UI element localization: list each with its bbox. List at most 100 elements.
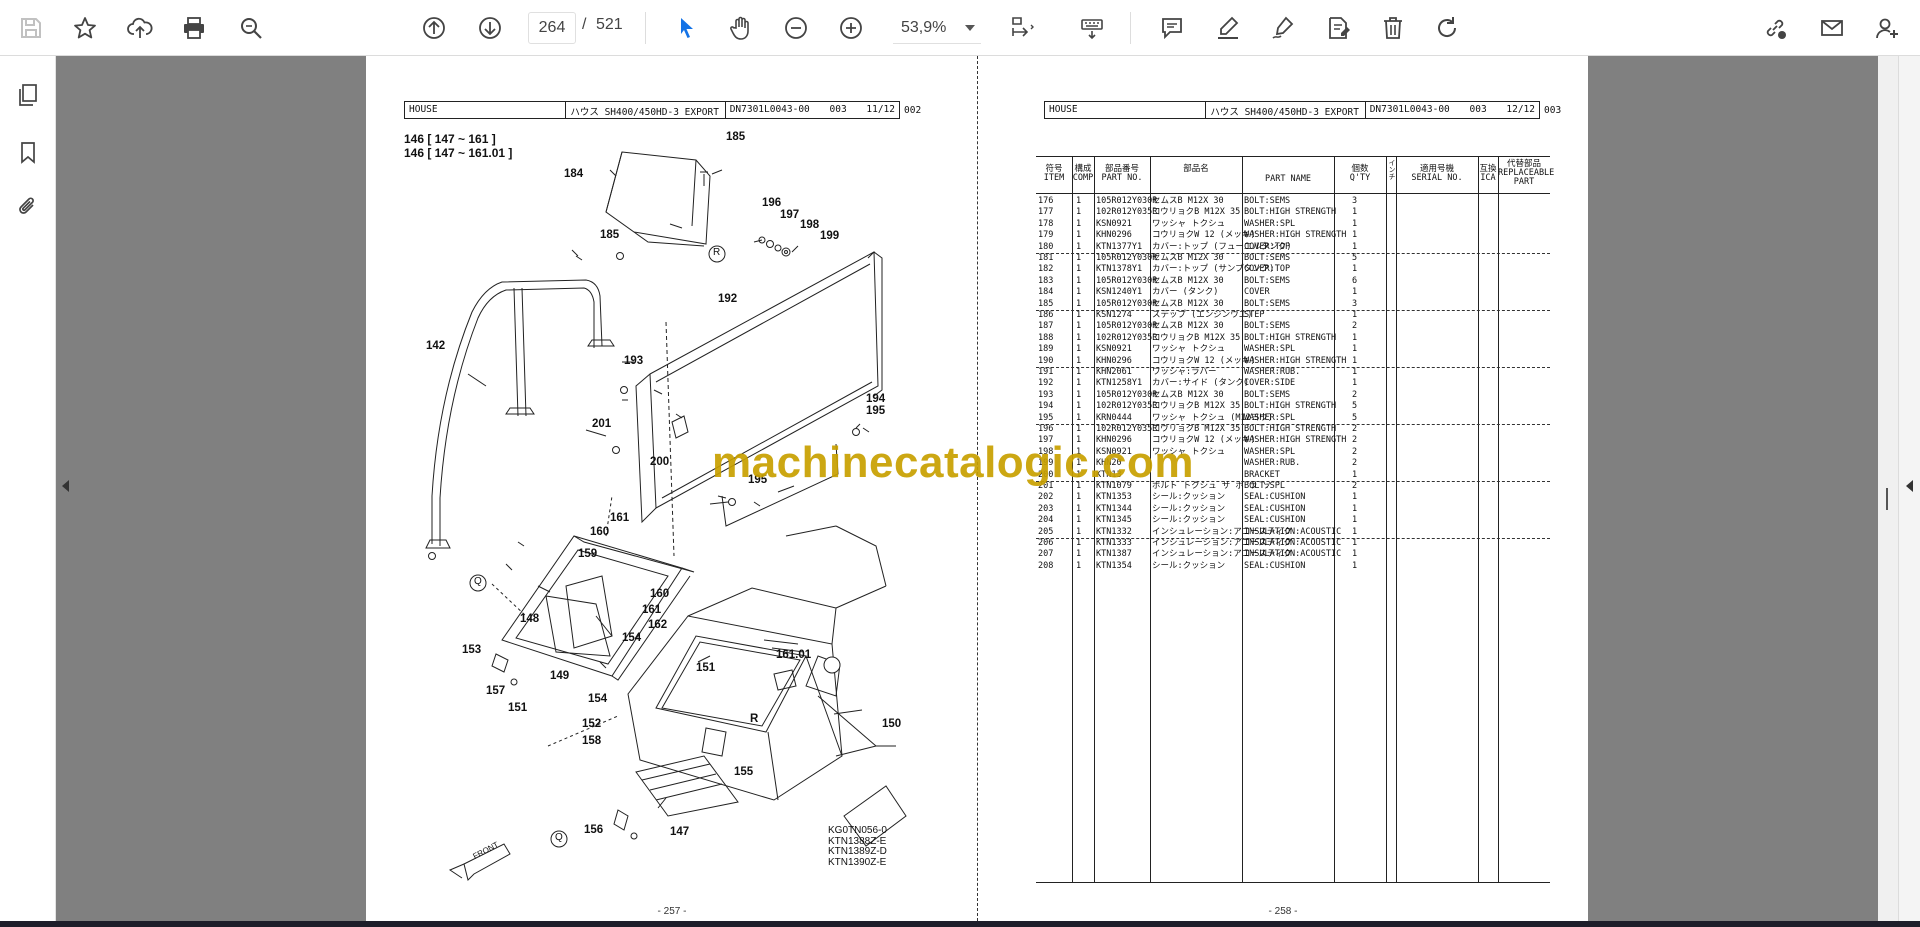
cell-part-no: KTN1332 (1096, 526, 1132, 537)
callout-label: 199 (820, 230, 840, 242)
cell-name: WASHER:HIGH STRENGTH (1244, 355, 1347, 366)
cell-qty: 1 (1352, 230, 1358, 241)
cell-comp: 1 (1076, 332, 1082, 343)
cell-part-no: KTN1354 (1096, 560, 1132, 571)
cell-jp: シール:クッション (1152, 492, 1226, 503)
cell-qty: 1 (1352, 355, 1358, 366)
cell-name: INSULATION:ACOUSTIC (1244, 538, 1342, 548)
cell-name: WASHER:SPL (1244, 218, 1296, 229)
table-row: 207 1 KTN1387 インシュレーション:アコースティク INSULATION:A… (1036, 549, 1550, 560)
page-separator: / (582, 16, 587, 33)
delete-trash-icon[interactable] (1374, 9, 1412, 47)
cell-qty: 1 (1352, 332, 1358, 343)
cell-name: BOLT:HIGH STRENGTH (1244, 207, 1337, 218)
callout-label: 159 (578, 548, 598, 560)
zoom-out-icon[interactable] (777, 9, 815, 47)
header-rev: 003 (1469, 104, 1487, 115)
callout-label: 192 (718, 293, 738, 305)
callout-label: 151 (508, 702, 528, 714)
callout-label: 148 (520, 613, 540, 625)
document-page-left: HOUSE ハウス SH400/450HD-3 EXPORT DN7301L00… (366, 56, 978, 921)
cell-comp: 1 (1076, 253, 1082, 263)
cell-qty: 1 (1352, 264, 1358, 275)
page-number-footer: - 257 - (657, 906, 687, 917)
collapse-left-panel-icon[interactable] (62, 480, 69, 492)
callout-label: 156 (584, 824, 604, 836)
table-row: 178 1 KSN0921 ワッシャ トクシュ WASHER:SPL 1 (1036, 219, 1550, 230)
cell-jp: コウリョクB M12X 35 (1152, 401, 1241, 412)
drawing-code: KTN1390Z-E (828, 856, 887, 868)
parts-table: 符号 ITEM 構成 COMP 部品番号 PART NO. 部品名 PART NAME… (1036, 156, 1555, 883)
callout-label: 160 (650, 588, 670, 600)
page-number-input[interactable]: 264 (528, 12, 576, 44)
marker-r: R (713, 247, 721, 258)
cell-part-no: KSN0921 (1096, 344, 1132, 355)
keyboard-scroll-icon[interactable] (1073, 9, 1111, 47)
cell-qty: 1 (1352, 538, 1358, 548)
cell-jp: コウリョクW 12 (メッキ) (1152, 355, 1256, 366)
bookmarks-icon[interactable] (11, 135, 45, 169)
save-icon[interactable] (12, 9, 50, 47)
scrollbar-thumb[interactable] (1886, 488, 1888, 510)
col-inch: インチ (1388, 159, 1396, 180)
vertical-scrollbar[interactable] (1878, 56, 1898, 921)
cloud-upload-icon[interactable] (121, 9, 159, 47)
page-thumbnails-icon[interactable] (11, 78, 45, 112)
callout-label: 196 (762, 197, 782, 209)
zoom-level-dropdown[interactable]: 53,9% (893, 12, 981, 44)
cell-name: WASHER:HIGH STRENGTH (1244, 230, 1347, 241)
col-item: 符号 ITEM (1043, 164, 1065, 183)
col-comp: 構成 COMP (1072, 164, 1094, 183)
print-icon[interactable] (175, 9, 213, 47)
draw-signature-icon[interactable] (1264, 9, 1302, 47)
select-cursor-icon[interactable] (668, 9, 706, 47)
edit-document-icon[interactable] (1319, 9, 1357, 47)
cell-qty: 6 (1352, 275, 1358, 286)
page-fit-icon[interactable] (1003, 9, 1041, 47)
cell-comp: 1 (1076, 367, 1082, 377)
redo-rotate-icon[interactable] (1428, 9, 1466, 47)
cell-part-no: KTN1377Y1 (1096, 241, 1143, 252)
cell-qty: 1 (1352, 549, 1358, 560)
table-bottom-rule (1036, 882, 1550, 883)
cell-name: WASHER:RUB. (1244, 367, 1301, 377)
zoom-in-icon[interactable] (832, 9, 870, 47)
hand-tool-icon[interactable] (722, 9, 760, 47)
cell-part-no: 105R012Y030R (1096, 275, 1158, 286)
cell-comp: 1 (1076, 378, 1082, 389)
cell-jp: セムスB M12X 30 (1152, 253, 1224, 263)
table-row: 179 1 KHN0296 コウリョクW 12 (メッキ) WASHER:HIGH ST… (1036, 230, 1550, 241)
cell-qty: 1 (1352, 241, 1358, 252)
cell-part-no: 105R012Y030R (1096, 389, 1158, 400)
bookmark-star-icon[interactable] (66, 9, 104, 47)
share-link-icon[interactable] (1756, 9, 1794, 47)
previous-page-icon[interactable] (415, 9, 453, 47)
comment-icon[interactable] (1153, 9, 1191, 47)
watermark-text: machinecatalogic.com (712, 438, 1194, 487)
next-page-icon[interactable] (471, 9, 509, 47)
col-replaceable: 代替部品 REPLACEABLE PART (1498, 159, 1555, 187)
table-row: 191 1 KHN2061 ワッシャ:ラバー WASHER:RUB. 1 (1036, 367, 1550, 378)
cell-part-no: KHN0296 (1096, 355, 1132, 366)
parts-table-header: 符号 ITEM 構成 COMP 部品番号 PART NO. 部品名 PART NAME… (1036, 156, 1555, 194)
search-zoom-icon[interactable] (232, 9, 270, 47)
cell-item: 189 (1038, 344, 1054, 355)
callout-label: 155 (734, 766, 754, 778)
table-row: 194 1 102R012Y035R コウリョクB M12X 35 BOLT:HIGH … (1036, 401, 1550, 412)
cell-qty: 1 (1352, 503, 1358, 514)
page-spread-divider (977, 56, 978, 921)
email-icon[interactable] (1813, 9, 1851, 47)
callout-label: R (750, 713, 759, 725)
attachments-paperclip-icon[interactable] (11, 190, 45, 224)
cell-qty: 1 (1352, 207, 1358, 218)
cell-qty: 5 (1352, 412, 1358, 423)
add-user-icon[interactable] (1868, 9, 1906, 47)
cell-qty: 2 (1352, 389, 1358, 400)
cell-qty: 5 (1352, 253, 1358, 263)
highlight-pen-icon[interactable] (1209, 9, 1247, 47)
table-row: 185 1 105R012Y030R セムスB M12X 30 BOLT:SEMS 3 (1036, 299, 1550, 310)
col-serial: 適用号機 SERIAL NO. (1411, 164, 1463, 183)
expand-right-panel-icon[interactable] (1906, 480, 1913, 492)
table-row: 180 1 KTN1377Y1 カバー:トップ (フューエルタンク) COVER:TOP… (1036, 242, 1550, 253)
cell-qty: 2 (1352, 424, 1358, 434)
